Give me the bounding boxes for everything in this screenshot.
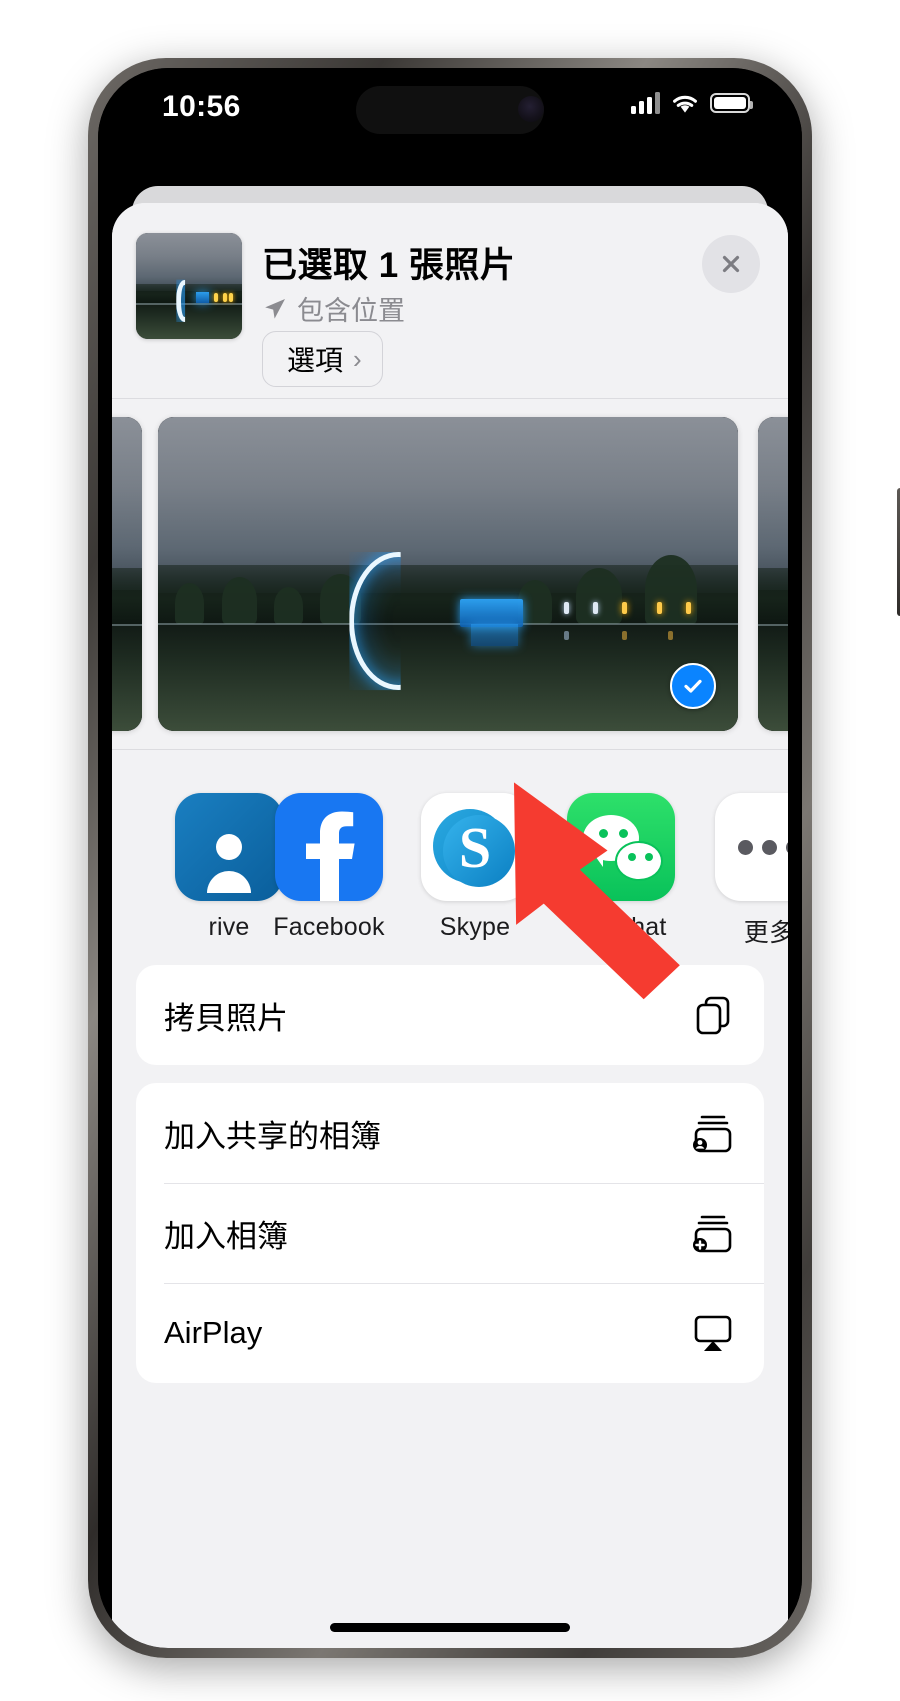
app-share-item-facebook[interactable]: Facebook xyxy=(264,793,394,942)
airplay-icon xyxy=(690,1313,736,1353)
status-bar: 10:56 xyxy=(98,68,802,160)
app-label: Facebook xyxy=(273,913,385,941)
copy-photo-icon xyxy=(692,993,736,1037)
action-label: 拷貝照片 xyxy=(164,1000,288,1036)
action-row-copy-photo[interactable]: 拷貝照片 xyxy=(136,965,764,1065)
action-list: 拷貝照片 加入共享的相簿 加入相簿 AirPlay xyxy=(112,965,788,1648)
shared-album-icon xyxy=(690,1111,736,1155)
options-label: 選項 xyxy=(287,345,344,376)
battery-icon xyxy=(710,93,753,113)
add-album-icon xyxy=(690,1211,736,1255)
skype-icon: S xyxy=(421,793,529,901)
share-sheet: 已選取 1 張照片 包含位置 選項 › rive Facebook S Skyp… xyxy=(112,203,788,1648)
wechat-icon xyxy=(567,793,675,901)
chevron-right-icon: › xyxy=(353,343,362,374)
action-label: 加入相簿 xyxy=(164,1218,288,1254)
status-time: 10:56 xyxy=(162,90,241,123)
phone-frame: 10:56 已選取 1 張照片 包含位置 選項 › rive Facebook … xyxy=(88,58,900,1658)
checkmark-icon xyxy=(684,679,702,693)
action-row-add-album[interactable]: 加入相簿 xyxy=(136,1183,764,1283)
app-label: Skype xyxy=(439,913,511,941)
phone-screen: 10:56 已選取 1 張照片 包含位置 選項 › rive Facebook … xyxy=(98,68,802,1648)
carousel-photo-selected[interactable] xyxy=(158,417,738,731)
location-info: 包含位置 xyxy=(262,289,405,328)
more-ellipsis-icon xyxy=(715,793,788,901)
close-icon xyxy=(722,255,740,273)
app-share-item-skype[interactable]: S Skype xyxy=(410,793,540,942)
app-share-item-more[interactable]: 更多 xyxy=(704,793,788,949)
carousel-photo-previous[interactable] xyxy=(112,417,142,731)
selected-photo-thumbnail[interactable] xyxy=(136,233,242,339)
action-group-2: 加入共享的相簿 加入相簿 AirPlay xyxy=(136,1083,764,1383)
location-arrow-icon xyxy=(262,296,288,322)
app-label: 更多 xyxy=(743,919,788,947)
status-indicators xyxy=(631,92,753,114)
facebook-icon xyxy=(275,793,383,901)
cellular-signal-icon xyxy=(631,92,660,114)
action-row-airplay[interactable]: AirPlay xyxy=(136,1283,764,1383)
action-row-shared-album[interactable]: 加入共享的相簿 xyxy=(136,1083,764,1183)
app-share-row: rive Facebook S Skype WeChat 更多 xyxy=(112,749,788,965)
home-indicator[interactable] xyxy=(330,1623,570,1632)
page-title: 已選取 1 張照片 xyxy=(262,246,516,285)
action-label: 加入共享的相簿 xyxy=(164,1118,381,1154)
close-button[interactable] xyxy=(702,235,760,293)
dynamic-island xyxy=(356,86,544,134)
photo-selected-checkmark[interactable] xyxy=(670,663,716,709)
wifi-icon xyxy=(671,93,699,114)
app-share-item-wechat[interactable]: WeChat xyxy=(556,793,686,942)
app-label: WeChat xyxy=(575,913,667,941)
phone-bezel: 10:56 已選取 1 張照片 包含位置 選項 › rive Facebook … xyxy=(98,68,802,1648)
carousel-photo-next[interactable] xyxy=(758,417,788,731)
front-camera-icon xyxy=(518,96,544,122)
action-label: AirPlay xyxy=(164,1315,263,1350)
photo-carousel[interactable] xyxy=(112,399,788,749)
action-group-1: 拷貝照片 xyxy=(136,965,764,1065)
share-sheet-header: 已選取 1 張照片 包含位置 選項 › xyxy=(112,203,788,399)
location-label: 包含位置 xyxy=(297,296,405,326)
options-button[interactable]: 選項 › xyxy=(262,331,383,387)
